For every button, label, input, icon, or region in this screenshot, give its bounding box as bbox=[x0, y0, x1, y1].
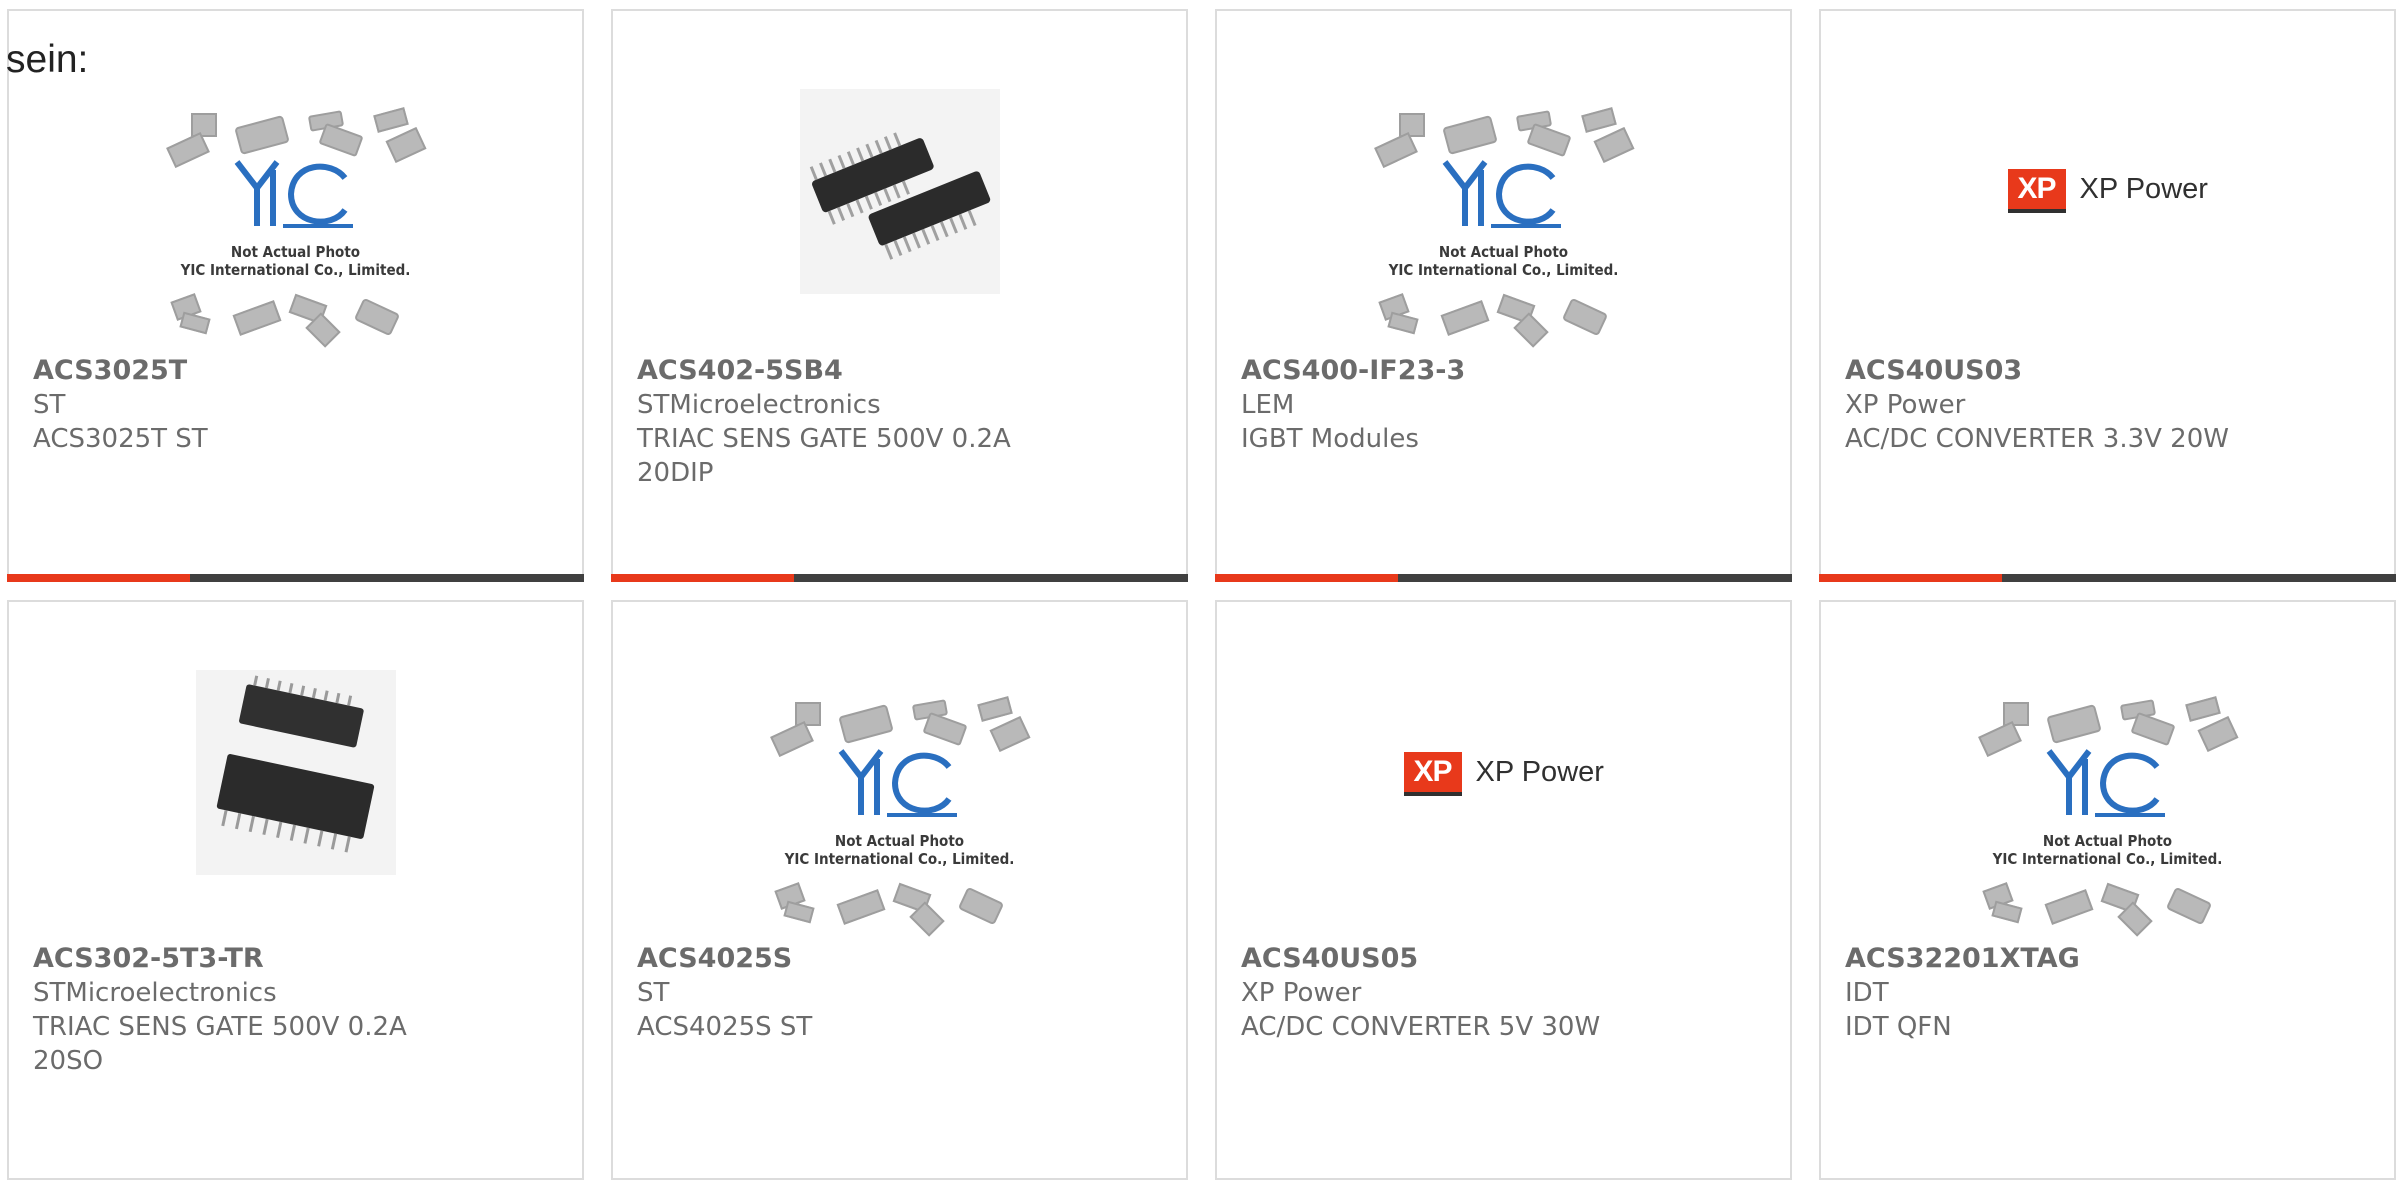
placeholder-note-line1: Not Actual Photo bbox=[834, 832, 965, 850]
product-info: ACS40US03 XP Power AC/DC CONVERTER 3.3V … bbox=[1845, 354, 2265, 456]
part-number[interactable]: ACS4025S bbox=[637, 942, 1057, 976]
placeholder-note-line1: Not Actual Photo bbox=[2042, 832, 2173, 850]
product-card[interactable]: ACS402-5SB4 STMicroelectronics TRIAC SEN… bbox=[611, 9, 1188, 582]
xp-logo-word: XP Power bbox=[1475, 756, 1604, 788]
description: AC/DC CONVERTER 3.3V 20W bbox=[1845, 424, 2229, 454]
manufacturer: ST bbox=[637, 978, 670, 1008]
product-card[interactable]: XP XP Power ACS40US03 XP Power AC/DC CON… bbox=[1819, 9, 2396, 582]
product-image[interactable]: XP XP Power bbox=[1217, 602, 1790, 942]
yic-logo-icon bbox=[234, 160, 353, 228]
placeholder-note-line2: YIC International Co., Limited. bbox=[180, 261, 411, 279]
part-number[interactable]: ACS302-5T3-TR bbox=[33, 942, 453, 976]
yic-logo-icon bbox=[2046, 749, 2165, 817]
product-image[interactable] bbox=[9, 602, 582, 942]
description: IDT QFN bbox=[1845, 1012, 1952, 1042]
dip-chip-photo bbox=[799, 89, 1000, 294]
manufacturer: XP Power bbox=[1845, 390, 1966, 420]
part-number[interactable]: ACS3025T bbox=[33, 354, 453, 388]
description: ACS4025S ST bbox=[637, 1012, 813, 1042]
product-card[interactable]: Not Actual Photo YIC International Co., … bbox=[1819, 600, 2396, 1180]
product-info: ACS302-5T3-TR STMicroelectronics TRIAC S… bbox=[33, 942, 453, 1078]
product-card[interactable]: Not Actual Photo YIC International Co., … bbox=[1215, 9, 1792, 582]
placeholder-note-line2: YIC International Co., Limited. bbox=[1992, 850, 2223, 868]
manufacturer: STMicroelectronics bbox=[637, 390, 881, 420]
placeholder-note-line1: Not Actual Photo bbox=[230, 243, 361, 261]
card-bottom-bar bbox=[1819, 574, 2396, 582]
description: TRIAC SENS GATE 500V 0.2A 20DIP bbox=[637, 424, 1011, 488]
manufacturer: LEM bbox=[1241, 390, 1295, 420]
product-info: ACS402-5SB4 STMicroelectronics TRIAC SEN… bbox=[637, 354, 1057, 490]
product-image[interactable]: Not Actual Photo YIC International Co., … bbox=[9, 11, 582, 351]
description: AC/DC CONVERTER 5V 30W bbox=[1241, 1012, 1601, 1042]
product-image[interactable]: XP XP Power bbox=[1821, 11, 2394, 351]
dip-chip-icon bbox=[809, 132, 990, 260]
yic-logo-icon bbox=[1442, 160, 1561, 228]
yic-placeholder-image: Not Actual Photo YIC International Co., … bbox=[161, 101, 431, 351]
placeholder-note-line2: YIC International Co., Limited. bbox=[1388, 261, 1619, 279]
placeholder-note-line2: YIC International Co., Limited. bbox=[784, 850, 1015, 868]
part-number[interactable]: ACS402-5SB4 bbox=[637, 354, 1057, 388]
product-card[interactable]: ACS302-5T3-TR STMicroelectronics TRIAC S… bbox=[7, 600, 584, 1180]
product-info: ACS40US05 XP Power AC/DC CONVERTER 5V 30… bbox=[1241, 942, 1661, 1044]
part-number[interactable]: ACS400-IF23-3 bbox=[1241, 354, 1661, 388]
card-bottom-bar bbox=[7, 574, 584, 582]
description: ACS3025T ST bbox=[33, 424, 208, 454]
xp-power-logo: XP XP Power bbox=[2007, 169, 2208, 213]
description: IGBT Modules bbox=[1241, 424, 1419, 454]
product-image[interactable] bbox=[613, 11, 1186, 351]
manufacturer: STMicroelectronics bbox=[33, 978, 277, 1008]
card-bottom-bar bbox=[611, 574, 1188, 582]
xp-logo-mark: XP bbox=[2007, 169, 2066, 213]
manufacturer: ST bbox=[33, 390, 66, 420]
product-info: ACS3025T ST ACS3025T ST bbox=[33, 354, 453, 456]
placeholder-note-line1: Not Actual Photo bbox=[1438, 243, 1569, 261]
description: TRIAC SENS GATE 500V 0.2A 20SO bbox=[33, 1012, 407, 1076]
yic-logo-icon bbox=[838, 749, 957, 817]
manufacturer: XP Power bbox=[1241, 978, 1362, 1008]
yic-placeholder-image: Not Actual Photo YIC International Co., … bbox=[1369, 101, 1639, 351]
product-card[interactable]: Not Actual Photo YIC International Co., … bbox=[7, 9, 584, 582]
so-chip-icon bbox=[216, 675, 374, 853]
card-bottom-bar bbox=[1215, 574, 1792, 582]
part-number[interactable]: ACS32201XTAG bbox=[1845, 942, 2265, 976]
product-image[interactable]: Not Actual Photo YIC International Co., … bbox=[613, 602, 1186, 942]
manufacturer: IDT bbox=[1845, 978, 1889, 1008]
product-image[interactable]: Not Actual Photo YIC International Co., … bbox=[1821, 602, 2394, 942]
product-info: ACS400-IF23-3 LEM IGBT Modules bbox=[1241, 354, 1661, 456]
part-number[interactable]: ACS40US05 bbox=[1241, 942, 1661, 976]
xp-power-logo: XP XP Power bbox=[1403, 752, 1604, 796]
product-image[interactable]: Not Actual Photo YIC International Co., … bbox=[1217, 11, 1790, 351]
so-chip-photo bbox=[195, 670, 396, 875]
xp-logo-mark: XP bbox=[1403, 752, 1462, 796]
intro-text: sein: bbox=[6, 38, 89, 81]
xp-logo-word: XP Power bbox=[2079, 173, 2208, 205]
part-number[interactable]: ACS40US03 bbox=[1845, 354, 2265, 388]
yic-placeholder-image: Not Actual Photo YIC International Co., … bbox=[765, 690, 1035, 940]
product-card[interactable]: XP XP Power ACS40US05 XP Power AC/DC CON… bbox=[1215, 600, 1792, 1180]
product-info: ACS4025S ST ACS4025S ST bbox=[637, 942, 1057, 1044]
product-card[interactable]: Not Actual Photo YIC International Co., … bbox=[611, 600, 1188, 1180]
yic-placeholder-image: Not Actual Photo YIC International Co., … bbox=[1973, 690, 2243, 940]
product-info: ACS32201XTAG IDT IDT QFN bbox=[1845, 942, 2265, 1044]
